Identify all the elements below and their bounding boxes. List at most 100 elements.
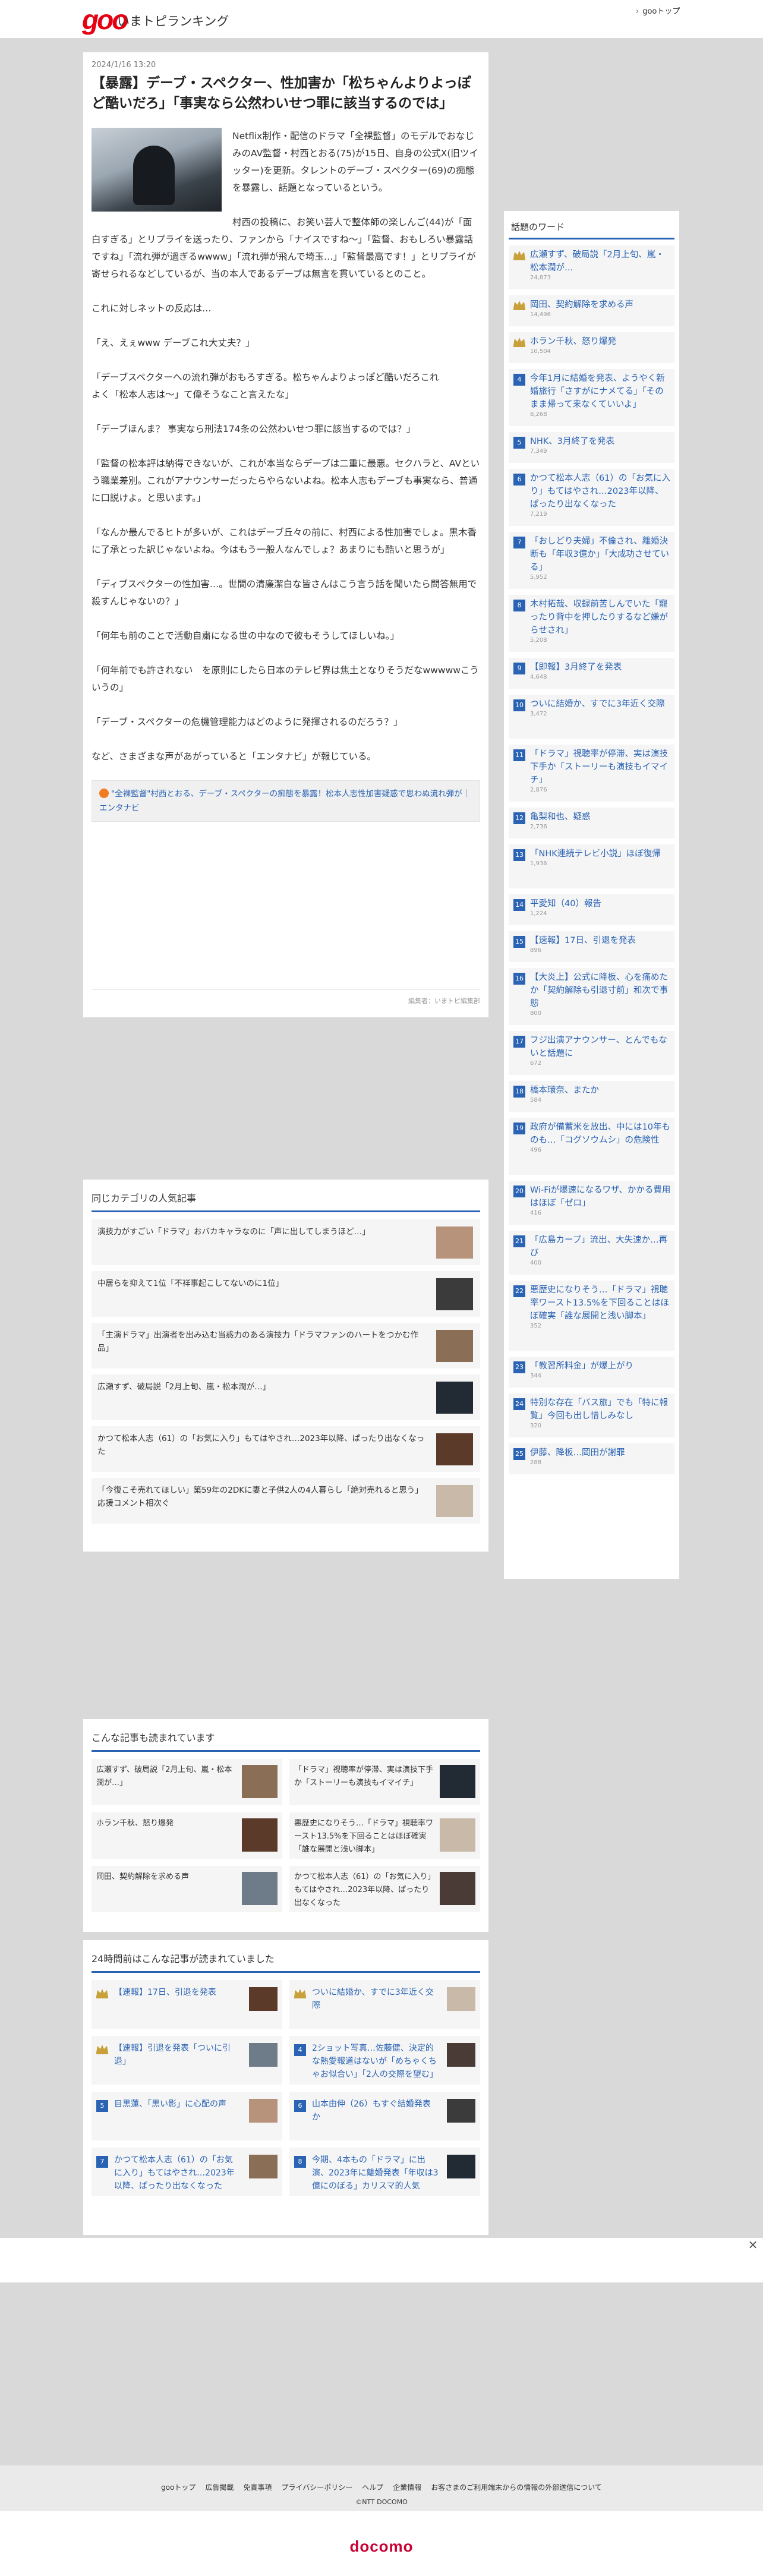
category-article-item[interactable]: 「今復こそ売れてほしい」築59年の2DKに妻と子供2人の4人暮らし「絶対売れると… — [92, 1478, 480, 1524]
trending-word-label[interactable]: 【速報】17日、引退を発表 — [530, 934, 671, 947]
category-article-title[interactable]: 演技力がすごい「ドラマ」おバカキャラなのに「声に出してしまうほど…」 — [97, 1227, 370, 1237]
trending-word-label[interactable]: 伊藤、降板…岡田が謝罪 — [530, 1446, 671, 1459]
h24-article-title[interactable]: 【速報】引退を発表「ついに引退」 — [114, 2044, 231, 2066]
close-icon[interactable]: × — [746, 2238, 759, 2251]
category-article-item[interactable]: かつて松本人志（61）の「お気に入り」もてはやされ…2023年以降、ぱったり出な… — [92, 1426, 480, 1472]
category-article-item[interactable]: 広瀬すず、破局説「2月上旬、嵐・松本潤が…」 — [92, 1374, 480, 1420]
article-thumbnail[interactable] — [242, 1818, 278, 1852]
trending-word-item[interactable]: 11 「ドラマ」視聴率が停滞、実は演技下手か「ストーリーも演技もイマイチ」 2,87… — [509, 745, 674, 802]
article-thumbnail[interactable] — [447, 2099, 475, 2123]
trending-word-label[interactable]: 政府が備蓄米を放出、中には10年ものも…「コグソウムシ」の危険性 — [530, 1121, 671, 1147]
category-article-item[interactable]: 演技力がすごい「ドラマ」おバカキャラなのに「声に出してしまうほど…」 — [92, 1219, 480, 1265]
trending-word-label[interactable]: 【大炎上】公式に降板、心を痛めたか「契約解除も引退寸前」和次で事態 — [530, 971, 671, 1010]
trending-word-label[interactable]: 「ドラマ」視聴率が停滞、実は演技下手か「ストーリーも演技もイマイチ」 — [530, 748, 671, 787]
docomo-logo[interactable]: docomo — [349, 2537, 413, 2556]
trending-word-label[interactable]: 「教習所料金」が爆上がり — [530, 1360, 671, 1373]
trending-word-label[interactable]: フジ出演アナウンサー、とんでもないと話題に — [530, 1034, 671, 1060]
category-article-title[interactable]: 広瀬すず、破局説「2月上旬、嵐・松本潤が…」 — [97, 1382, 270, 1392]
h24-article-title[interactable]: 目黒蓮、「黒い影」に心配の声 — [114, 2099, 226, 2109]
article-thumbnail[interactable] — [436, 1278, 473, 1310]
h24-article-item[interactable]: 7 かつて松本人志（61）の「お気に入り」もてはやされ…2023年以降、ぱったり出… — [92, 2148, 282, 2196]
trending-word-label[interactable]: ついに結婚か、すでに3年近く交際 — [530, 698, 671, 711]
article-thumbnail[interactable] — [249, 1987, 278, 2011]
trending-word-item[interactable]: 25 伊藤、降板…岡田が謝罪 288 — [509, 1443, 674, 1474]
trending-word-label[interactable]: 岡田、契約解除を求める声 — [530, 298, 671, 311]
also-read-title[interactable]: ホラン千秋、怒り爆発 — [96, 1819, 174, 1828]
trending-word-label[interactable]: 平愛知（40）報告 — [530, 897, 671, 910]
also-read-item[interactable]: 広瀬すず、破局説「2月上旬、嵐・松本潤が…」 — [92, 1759, 282, 1805]
category-article-title[interactable]: 「今復こそ売れてほしい」築59年の2DKに妻と子供2人の4人暮らし「絶対売れると… — [97, 1486, 423, 1508]
also-read-title[interactable]: 広瀬すず、破局説「2月上旬、嵐・松本潤が…」 — [96, 1765, 232, 1787]
category-article-title[interactable]: 中居らを抑えて1位「不祥事起こしてないのに1位」 — [97, 1279, 283, 1288]
category-article-title[interactable]: 「主演ドラマ」出演者を出み込む当惑力のある演技力「ドラマファンのハートをつかむ作… — [97, 1330, 418, 1353]
article-thumbnail[interactable] — [242, 1872, 278, 1905]
also-read-item[interactable]: 「ドラマ」視聴率が停滞、実は演技下手か「ストーリーも演技もイマイチ」 — [289, 1759, 480, 1805]
trending-word-item[interactable]: 7 「おしどり夫婦」不倫され、離婚決断も「年収3億か」「大成功させている」 5,95… — [509, 532, 674, 589]
trending-word-label[interactable]: 悪歴史になりそう…「ドラマ」視聴率ワースト13.5%を下回ることはほぼ確実「誰な… — [530, 1284, 671, 1323]
trending-word-label[interactable]: 橋本環奈、またか — [530, 1084, 671, 1097]
h24-article-item[interactable]: 【速報】引退を発表「ついに引退」 — [92, 2036, 282, 2085]
also-read-title[interactable]: かつて松本人志（61）の「お気に入り」もてはやされ…2023年以降、ぱったり出な… — [294, 1872, 431, 1907]
h24-article-title[interactable]: 山本由伸（26）もすぐ結婚発表か — [312, 2099, 431, 2122]
footer-link[interactable]: プライバシーポリシー — [281, 2483, 352, 2492]
trending-word-item[interactable]: 21 「広島カープ」流出、大失速か…再び 400 — [509, 1231, 674, 1275]
h24-article-item[interactable]: 【速報】17日、引退を発表 — [92, 1980, 282, 2029]
trending-word-label[interactable]: ホラン千秋、怒り爆発 — [530, 335, 671, 348]
also-read-title[interactable]: 悪歴史になりそう…「ドラマ」視聴率ワースト13.5%を下回ることはほぼ確実「誰な… — [294, 1819, 433, 1854]
trending-word-item[interactable]: 4 今年1月に結婚を発表、ようやく新婚旅行「さすがにナメてる」「そのまま帰って来な… — [509, 369, 674, 426]
trending-word-label[interactable]: 「NHK連続テレビ小説」ほぼ復帰 — [530, 847, 671, 860]
h24-article-title[interactable]: 【速報】17日、引退を発表 — [114, 1988, 216, 1997]
trending-word-item[interactable]: 20 Wi-Fiが爆速になるワザ、かかる費用はほぼ「ゼロ」 416 — [509, 1181, 674, 1225]
article-thumbnail[interactable] — [249, 2099, 278, 2123]
also-read-item[interactable]: 悪歴史になりそう…「ドラマ」視聴率ワースト13.5%を下回ることはほぼ確実「誰な… — [289, 1812, 480, 1859]
trending-word-label[interactable]: 「おしどり夫婦」不倫され、離婚決断も「年収3億か」「大成功させている」 — [530, 535, 671, 574]
category-article-item[interactable]: 「主演ドラマ」出演者を出み込む当惑力のある演技力「ドラマファンのハートをつかむ作… — [92, 1323, 480, 1369]
h24-article-item[interactable]: 4 2ショット写真…佐藤健、決定的な熱愛報道はないが「めちゃくちゃお似合い」「2人… — [289, 2036, 480, 2085]
h24-article-item[interactable]: ついに結婚か、すでに3年近く交際 — [289, 1980, 480, 2029]
article-thumbnail[interactable] — [447, 2043, 475, 2067]
trending-word-label[interactable]: 特別な存在「バス旅」でも「特に報覧」今回も出し惜しみなし — [530, 1396, 671, 1423]
trending-word-item[interactable]: 9 【即報】3月終了を発表 4,648 — [509, 658, 674, 689]
footer-link[interactable]: ヘルプ — [362, 2483, 383, 2492]
trending-word-label[interactable]: 「広島カープ」流出、大失速か…再び — [530, 1234, 671, 1260]
footer-link[interactable]: 企業情報 — [393, 2483, 421, 2492]
also-read-title[interactable]: 岡田、契約解除を求める声 — [96, 1872, 189, 1881]
trending-word-item[interactable]: ホラン千秋、怒り爆発 10,504 — [509, 332, 674, 363]
trending-word-item[interactable]: 23 「教習所料金」が爆上がり 344 — [509, 1357, 674, 1388]
category-article-item[interactable]: 中居らを抑えて1位「不祥事起こしてないのに1位」 — [92, 1271, 480, 1317]
article-thumbnail[interactable] — [440, 1765, 475, 1798]
article-thumbnail[interactable] — [447, 1987, 475, 2011]
trending-word-label[interactable]: Wi-Fiが爆速になるワザ、かかる費用はほぼ「ゼロ」 — [530, 1184, 671, 1210]
also-read-item[interactable]: 岡田、契約解除を求める声 — [92, 1866, 282, 1912]
trending-word-label[interactable]: 亀梨和也、疑惑 — [530, 811, 671, 824]
h24-article-item[interactable]: 5 目黒蓮、「黒い影」に心配の声 — [92, 2092, 282, 2140]
article-thumbnail[interactable] — [436, 1433, 473, 1465]
article-thumbnail[interactable] — [440, 1872, 475, 1905]
article-thumbnail[interactable] — [447, 2155, 475, 2178]
trending-word-label[interactable]: 広瀬すず、破局説「2月上旬、嵐・松本潤が… — [530, 248, 671, 275]
trending-word-item[interactable]: 8 木村拓哉、収録前苦しんでいた「寵ったり背中を押したりするなど嫌がらせされ」 5,… — [509, 595, 674, 652]
trending-word-item[interactable]: 22 悪歴史になりそう…「ドラマ」視聴率ワースト13.5%を下回ることはほぼ確実「… — [509, 1281, 674, 1351]
trending-word-label[interactable]: かつて松本人志（61）の「お気に入り」もてはやされ…2023年以降、ぱったり出な… — [530, 472, 671, 511]
also-read-item[interactable]: ホラン千秋、怒り爆発 — [92, 1812, 282, 1859]
trending-word-label[interactable]: 【即報】3月終了を発表 — [530, 661, 671, 674]
trending-word-item[interactable]: 17 フジ出演アナウンサー、とんでもないと話題に 672 — [509, 1031, 674, 1075]
article-thumbnail[interactable] — [436, 1485, 473, 1517]
also-read-item[interactable]: かつて松本人志（61）の「お気に入り」もてはやされ…2023年以降、ぱったり出な… — [289, 1866, 480, 1912]
trending-word-item[interactable]: 16 【大炎上】公式に降板、心を痛めたか「契約解除も引退寸前」和次で事態 800 — [509, 968, 674, 1025]
trending-word-label[interactable]: 今年1月に結婚を発表、ようやく新婚旅行「さすがにナメてる」「そのまま帰って来なく… — [530, 372, 671, 411]
h24-article-item[interactable]: 8 今期、4本もの「ドラマ」に出演、2023年に離婚発表「年収は3億にのぼる」カリ… — [289, 2148, 480, 2196]
article-thumbnail[interactable] — [249, 2043, 278, 2067]
site-title[interactable]: いまトピランキング — [117, 12, 229, 30]
article-thumbnail[interactable] — [242, 1765, 278, 1798]
h24-article-item[interactable]: 6 山本由伸（26）もすぐ結婚発表か — [289, 2092, 480, 2140]
trending-word-item[interactable]: 13 「NHK連続テレビ小説」ほぼ復帰 1,936 — [509, 844, 674, 888]
trending-word-item[interactable]: 5 NHK、3月終了を発表 7,349 — [509, 432, 674, 463]
trending-word-item[interactable]: 12 亀梨和也、疑惑 2,736 — [509, 808, 674, 838]
article-thumbnail[interactable] — [436, 1226, 473, 1259]
article-thumbnail[interactable] — [436, 1330, 473, 1362]
trending-word-item[interactable]: 10 ついに結婚か、すでに3年近く交際 3,472 — [509, 695, 674, 739]
h24-article-title[interactable]: かつて松本人志（61）の「お気に入り」もてはやされ…2023年以降、ぱったり出な… — [114, 2155, 235, 2191]
trending-word-item[interactable]: 6 かつて松本人志（61）の「お気に入り」もてはやされ…2023年以降、ぱったり出… — [509, 469, 674, 526]
trending-word-label[interactable]: NHK、3月終了を発表 — [530, 435, 671, 448]
